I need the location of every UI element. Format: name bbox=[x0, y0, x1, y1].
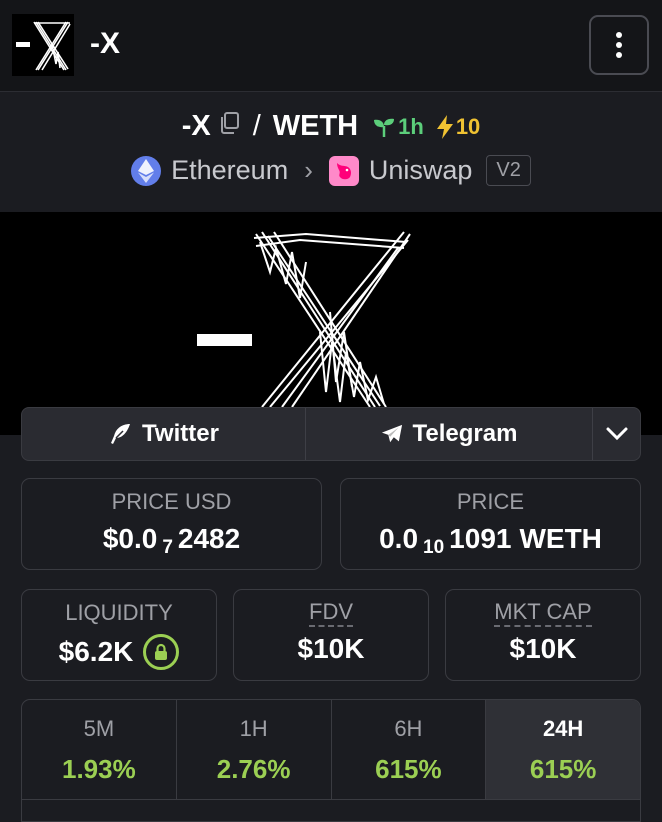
price-native-prefix: 0.0 bbox=[379, 523, 419, 554]
tab-5m[interactable]: 5M 1.93% bbox=[22, 700, 177, 800]
chevron-down-icon bbox=[606, 427, 627, 441]
price-native-value: 0.0 10 1091 WETH bbox=[341, 523, 640, 558]
price-usd-label: PRICE USD bbox=[111, 489, 232, 514]
boost-count[interactable]: 10 bbox=[436, 114, 480, 140]
price-native-unit: WETH bbox=[519, 523, 602, 554]
liquidity-value: $6.2K bbox=[58, 636, 134, 667]
more-links-button[interactable] bbox=[593, 408, 640, 460]
liquidity-label: LIQUIDITY bbox=[65, 600, 173, 625]
token-logo-image bbox=[16, 21, 71, 71]
tab-6h[interactable]: 6H 615% bbox=[331, 700, 487, 800]
price-usd-digits: 2482 bbox=[177, 523, 241, 554]
page-title: -X bbox=[90, 27, 120, 60]
price-usd-prefix: $0.0 bbox=[102, 523, 158, 554]
copy-icon[interactable] bbox=[219, 110, 241, 143]
twitter-button[interactable]: Twitter bbox=[22, 408, 306, 460]
price-usd-zero-count: 7 bbox=[162, 537, 173, 558]
dex-name[interactable]: Uniswap bbox=[369, 155, 473, 186]
fdv-value: $10K bbox=[297, 633, 365, 664]
liquidity-card: LIQUIDITY $6.2K bbox=[21, 589, 217, 681]
pair-age: 1h bbox=[372, 114, 424, 140]
tab-1h[interactable]: 1H 2.76% bbox=[176, 700, 332, 800]
uniswap-icon bbox=[328, 155, 359, 186]
price-native-zero-count: 10 bbox=[423, 537, 445, 558]
token-banner bbox=[0, 212, 662, 435]
dex-version-badge: V2 bbox=[486, 155, 531, 186]
pair-age-label: 1h bbox=[398, 113, 424, 139]
pair-line: -X / WETH 1h 10 bbox=[0, 110, 662, 143]
market-cap-label[interactable]: MKT CAP bbox=[494, 600, 592, 627]
fdv-label[interactable]: FDV bbox=[309, 600, 353, 627]
price-native-card: PRICE 0.0 10 1091 WETH bbox=[340, 478, 641, 570]
market-cap-card: MKT CAP $10K bbox=[445, 589, 641, 681]
kebab-menu-icon[interactable] bbox=[589, 15, 649, 75]
social-links: Twitter Telegram bbox=[21, 407, 641, 461]
top-bar: -X bbox=[0, 0, 662, 92]
price-usd-value: $0.0 7 2482 bbox=[22, 523, 321, 558]
chain-line: Ethereum › Uniswap V2 bbox=[0, 155, 662, 186]
pair-header: -X / WETH 1h 10 Ethereum › Uniswap V2 bbox=[0, 93, 662, 211]
lock-icon[interactable] bbox=[143, 634, 180, 670]
chevron-right-icon: › bbox=[304, 155, 313, 185]
lightning-icon bbox=[436, 114, 453, 139]
boost-count-label: 10 bbox=[455, 113, 481, 139]
sprout-icon bbox=[374, 118, 395, 137]
chain-name[interactable]: Ethereum bbox=[171, 155, 288, 186]
fdv-card: FDV $10K bbox=[233, 589, 429, 681]
tab-24h-change: 615% bbox=[529, 754, 597, 784]
tab-1h-label: 1H bbox=[239, 716, 268, 741]
tab-24h-label: 24H bbox=[542, 716, 584, 741]
telegram-icon bbox=[381, 424, 402, 443]
market-cap-value: $10K bbox=[509, 633, 577, 664]
tab-6h-label: 6H bbox=[394, 716, 423, 741]
tab-24h[interactable]: 24H 615% bbox=[486, 700, 640, 800]
token-logo bbox=[12, 14, 74, 76]
pair-separator: / bbox=[252, 110, 261, 142]
telegram-label: Telegram bbox=[412, 420, 518, 447]
telegram-button[interactable]: Telegram bbox=[306, 408, 593, 460]
base-token-symbol: -X bbox=[181, 110, 211, 142]
tab-5m-change: 1.93% bbox=[62, 754, 136, 784]
quote-token-symbol: WETH bbox=[272, 110, 359, 142]
twitter-label: Twitter bbox=[142, 420, 219, 447]
price-change-tabs: 5M 1.93% 1H 2.76% 6H 615% 24H 615% bbox=[21, 699, 641, 822]
tab-6h-change: 615% bbox=[375, 754, 442, 784]
price-native-digits: 1091 bbox=[449, 523, 512, 554]
token-banner-image bbox=[197, 231, 411, 408]
feather-icon bbox=[111, 424, 131, 444]
tab-1h-change: 2.76% bbox=[216, 754, 291, 784]
tab-5m-label: 5M bbox=[83, 716, 115, 741]
price-native-label: PRICE bbox=[456, 489, 525, 514]
ethereum-icon bbox=[131, 155, 162, 186]
price-usd-card: PRICE USD $0.0 7 2482 bbox=[21, 478, 322, 570]
liquidity-value-row: $6.2K bbox=[22, 634, 216, 670]
